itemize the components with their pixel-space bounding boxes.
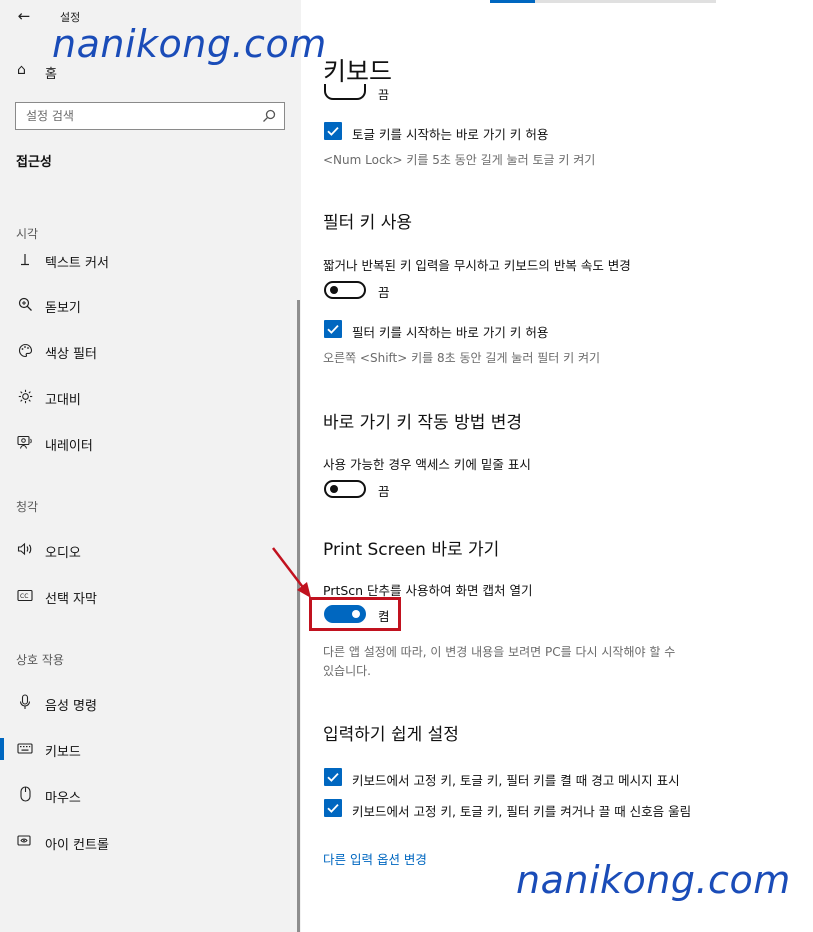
sidebar-item-label: 텍스트 커서	[45, 256, 109, 271]
watermark-top: nanikong.com	[52, 22, 327, 66]
narrator-icon	[17, 434, 33, 450]
text-cursor-icon	[17, 251, 33, 267]
sidebar-item-label: 내레이터	[45, 439, 93, 454]
underline-access-keys-toggle[interactable]	[324, 480, 366, 498]
checkbox-label: 키보드에서 고정 키, 토글 키, 필터 키를 켤 때 경고 메시지 표시	[352, 773, 680, 788]
shortcut-change-heading: 바로 가기 키 작동 방법 변경	[323, 413, 523, 433]
annotation-highlight-box	[309, 597, 401, 631]
toggle-knob	[330, 286, 338, 294]
search-icon[interactable]	[262, 109, 276, 123]
sidebar-item-label: 키보드	[45, 745, 81, 760]
print-screen-note-line1: 다른 앱 설정에 따라, 이 변경 내용을 보려면 PC를 다시 시작해야 할 …	[323, 645, 676, 659]
toggle-state-label: 끔	[378, 484, 390, 499]
annotation-arrow-icon	[272, 547, 311, 598]
group-label-vision: 시각	[16, 227, 39, 241]
back-arrow-icon: ←	[17, 7, 31, 25]
other-input-options-link[interactable]: 다른 입력 옵션 변경	[323, 849, 427, 868]
sidebar-item-label: 음성 명령	[45, 699, 97, 714]
checkmark-icon	[327, 803, 339, 813]
checkbox-label: 필터 키를 시작하는 바로 가기 키 허용	[352, 325, 549, 340]
print-screen-heading: Print Screen 바로 가기	[323, 540, 500, 560]
checkbox-hint: 오른쪽 <Shift> 키를 8초 동안 길게 눌러 필터 키 켜기	[323, 351, 601, 365]
brightness-icon	[17, 388, 33, 404]
sidebar-item-audio[interactable]: 오디오	[0, 533, 298, 567]
checkbox-checked[interactable]	[324, 122, 342, 140]
sidebar-item-keyboard[interactable]: 키보드	[0, 732, 298, 766]
keyboard-icon	[17, 740, 33, 756]
sidebar-item-label: 선택 자막	[45, 592, 97, 607]
eye-control-icon	[17, 833, 33, 849]
sidebar-item-color-filters[interactable]: 색상 필터	[0, 334, 298, 368]
top-progress-indicator	[490, 0, 716, 3]
sidebar-item-narrator[interactable]: 내레이터	[0, 426, 298, 460]
sidebar-item-text-cursor[interactable]: 텍스트 커서	[0, 243, 298, 277]
group-label-interaction: 상호 작용	[16, 653, 64, 667]
sticky-keys-toggle[interactable]	[324, 84, 366, 100]
mouse-icon	[17, 786, 33, 802]
watermark-bottom: nanikong.com	[516, 858, 791, 902]
checkbox-checked[interactable]	[324, 768, 342, 786]
sidebar-scrollbar[interactable]	[297, 300, 300, 932]
magnifier-icon	[17, 296, 33, 312]
speaker-icon	[17, 541, 33, 557]
sidebar: ← 설정 ⌂ 홈 접근성 시각 텍스트 커서 돋보기 색상 필터	[0, 0, 301, 932]
sidebar-item-eye-control[interactable]: 아이 컨트롤	[0, 825, 298, 859]
sidebar-item-label: 고대비	[45, 393, 81, 408]
filter-keys-desc: 짧거나 반복된 키 입력을 무시하고 키보드의 반복 속도 변경	[323, 258, 631, 273]
sidebar-item-label: 돋보기	[45, 301, 81, 316]
typing-heading: 입력하기 쉽게 설정	[323, 725, 459, 745]
checkbox-label: 키보드에서 고정 키, 토글 키, 필터 키를 켜거나 끌 때 신호음 울림	[352, 804, 692, 819]
checkbox-label: 토글 키를 시작하는 바로 가기 키 허용	[352, 127, 549, 142]
checkbox-hint: <Num Lock> 키를 5초 동안 길게 눌러 토글 키 켜기	[323, 153, 596, 167]
filter-keys-toggle[interactable]	[324, 281, 366, 299]
sidebar-item-label: 오디오	[45, 546, 81, 561]
sidebar-item-label: 아이 컨트롤	[45, 838, 109, 853]
sidebar-item-mouse[interactable]: 마우스	[0, 778, 298, 812]
sidebar-item-label: 색상 필터	[45, 347, 97, 362]
checkmark-icon	[327, 126, 339, 136]
microphone-icon	[17, 694, 33, 710]
shortcut-change-desc: 사용 가능한 경우 액세스 키에 밑줄 표시	[323, 457, 531, 472]
checkmark-icon	[327, 772, 339, 782]
toggle-state-label: 끔	[378, 88, 390, 102]
checkbox-checked[interactable]	[324, 799, 342, 817]
back-button[interactable]: ←	[14, 6, 34, 26]
toggle-knob	[330, 485, 338, 493]
captions-icon: CC	[17, 587, 33, 603]
sidebar-item-speech[interactable]: 음성 명령	[0, 686, 298, 720]
search-input[interactable]	[16, 103, 256, 129]
sidebar-item-label: 마우스	[45, 791, 81, 806]
sidebar-item-magnifier[interactable]: 돋보기	[0, 288, 298, 322]
section-title: 접근성	[16, 155, 52, 170]
filter-keys-heading: 필터 키 사용	[323, 213, 413, 233]
search-box[interactable]	[15, 102, 285, 130]
home-icon: ⌂	[17, 62, 26, 78]
main-content: 키보드 끔 토글 키를 시작하는 바로 가기 키 허용 <Num Lock> 키…	[272, 0, 813, 932]
sidebar-item-high-contrast[interactable]: 고대비	[0, 380, 298, 414]
checkbox-checked[interactable]	[324, 320, 342, 338]
checkmark-icon	[327, 324, 339, 334]
print-screen-note-line2: 있습니다.	[323, 664, 371, 678]
toggle-state-label: 끔	[378, 285, 390, 300]
svg-text:CC: CC	[20, 593, 28, 600]
page-title: 키보드	[323, 57, 393, 86]
sidebar-item-captions[interactable]: CC 선택 자막	[0, 579, 298, 613]
group-label-hearing: 청각	[16, 500, 39, 514]
palette-icon	[17, 342, 33, 358]
